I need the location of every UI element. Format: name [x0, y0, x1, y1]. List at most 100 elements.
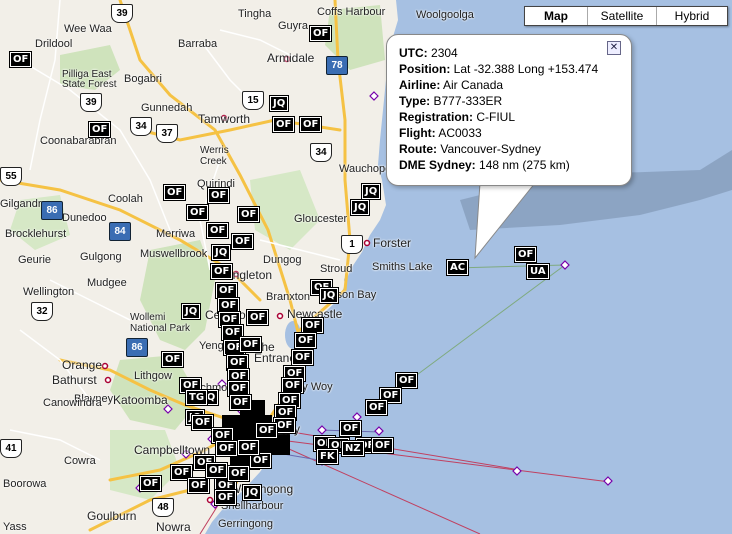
place-label: Brocklehurst [5, 228, 67, 240]
route-shield: 78 [326, 56, 348, 75]
flight-tag[interactable]: JQ [360, 183, 382, 200]
place-label: Yass [3, 521, 27, 533]
flight-tag[interactable]: OF [205, 222, 230, 239]
place-label: Lithgow [134, 370, 172, 382]
flight-tag[interactable]: OF [138, 475, 163, 492]
popup-row-registration: Registration: C-FIUL [399, 110, 516, 124]
place-label: Wellington [23, 286, 75, 298]
flight-tag[interactable]: OF [236, 206, 261, 223]
flight-tag[interactable]: OF [204, 462, 229, 479]
flight-tag[interactable]: OF [338, 420, 363, 437]
place-label: Merriwa [156, 228, 196, 240]
map-canvas[interactable]: Wee Waa Drildool Tingha Guyra Coffs Harb… [0, 0, 732, 534]
place-label: Nowra [156, 520, 191, 534]
place-label: Gulgong [80, 251, 122, 263]
route-shield: 15 [242, 91, 264, 110]
popup-row-dme: DME Sydney: 148 nm (275 km) [399, 158, 570, 172]
flight-tag[interactable]: JQ [241, 484, 263, 501]
flight-tag[interactable]: JQ [268, 95, 290, 112]
place-label: Forster [373, 236, 412, 250]
flight-tag[interactable]: OF [206, 187, 231, 204]
popup-row-airline: Airline: Air Canada [399, 78, 504, 92]
flight-tag[interactable]: JQ [210, 244, 232, 261]
flight-tag[interactable]: OF [254, 422, 279, 439]
flight-tag[interactable]: OF [228, 394, 253, 411]
place-label: Gunnedah [141, 102, 193, 114]
flight-tag[interactable]: OF [190, 414, 215, 431]
flight-tag[interactable]: OF [370, 437, 395, 454]
place-label: Bogabri [124, 73, 162, 85]
flight-tag[interactable]: OF [290, 349, 315, 366]
place-label: Woolgoolga [416, 9, 474, 21]
flight-tag[interactable]: NZ [341, 440, 365, 457]
flight-tag[interactable]: OF [160, 351, 185, 368]
map-type-hybrid-button[interactable]: Hybrid [656, 7, 727, 25]
flight-tag[interactable]: OF [225, 354, 250, 371]
popup-row-utc: UTC: 2304 [399, 46, 458, 60]
place-label: Coffs Harbour [317, 6, 386, 18]
flight-tag[interactable]: JQ [318, 287, 340, 304]
info-window: ✕ UTC: 2304 Position: Lat -32.388 Long +… [386, 34, 632, 186]
place-label: Bathurst [52, 373, 97, 387]
popup-row-route: Route: Vancouver-Sydney [399, 142, 541, 156]
place-label: Branxton [266, 291, 311, 303]
info-window-content: UTC: 2304 Position: Lat -32.388 Long +15… [399, 45, 598, 173]
flight-tag[interactable]: OF [238, 336, 263, 353]
route-shield: 39 [111, 4, 133, 23]
popup-row-type: Type: B777-333ER [399, 94, 503, 108]
flight-tag[interactable]: OF [216, 297, 241, 314]
flight-tag[interactable]: OF [271, 116, 296, 133]
flight-tag[interactable]: OF [293, 332, 318, 349]
close-icon[interactable]: ✕ [607, 41, 621, 55]
flight-tag[interactable]: OF [226, 380, 251, 397]
place-label: Canowindra [43, 397, 102, 409]
place-label: Orange [62, 358, 103, 372]
flight-tag[interactable]: OF [364, 399, 389, 416]
place-label: Wee Waa [64, 23, 112, 35]
place-label: Guyra [278, 20, 308, 32]
place-label: Goulburn [87, 509, 137, 523]
flight-tag[interactable]: OF [236, 439, 261, 456]
place-label: Smiths Lake [372, 261, 433, 273]
route-shield: 55 [0, 167, 22, 186]
flight-tag[interactable]: OF [8, 51, 33, 68]
place-label: Cowra [64, 455, 96, 467]
place-label: Mudgee [87, 277, 127, 289]
place-label: Stroud [320, 263, 353, 275]
place-label: Wauchope [339, 163, 392, 175]
route-shield: 37 [156, 124, 178, 143]
flight-tag[interactable]: JQ [349, 199, 371, 216]
flight-tag[interactable]: OF [162, 184, 187, 201]
flight-tag[interactable]: OF [214, 440, 239, 457]
flight-tag[interactable]: OF [87, 121, 112, 138]
flight-tag[interactable]: OF [308, 25, 333, 42]
route-shield: 1 [341, 235, 363, 254]
route-shield: 41 [0, 439, 22, 458]
flight-tag[interactable]: OF [300, 317, 325, 334]
place-label: Tamworth [198, 112, 251, 126]
flight-tag[interactable]: OF [209, 263, 234, 280]
place-label: Armidale [267, 51, 315, 65]
flight-tag[interactable]: TG [184, 389, 209, 406]
popup-row-position: Position: Lat -32.388 Long +153.474 [399, 62, 599, 76]
route-shield: 84 [109, 222, 131, 241]
flight-tag[interactable]: OF [213, 489, 238, 506]
flight-tag[interactable]: OF [248, 452, 273, 469]
place-label: Gerringong [218, 518, 274, 530]
place-label: Barraba [178, 38, 218, 50]
flight-tag[interactable]: OF [185, 204, 210, 221]
map-type-satellite-button[interactable]: Satellite [587, 7, 656, 25]
flight-tag[interactable]: OF [230, 233, 255, 250]
flight-tag[interactable]: OF [298, 116, 323, 133]
flight-tag[interactable]: JQ [180, 303, 202, 320]
flight-tag[interactable]: FK [316, 448, 339, 465]
map-type-map-button[interactable]: Map [525, 7, 587, 25]
place-label: Wollongong [230, 482, 294, 496]
flight-tag[interactable]: OF [280, 377, 305, 394]
route-shield: 32 [31, 302, 53, 321]
flight-tag[interactable]: OF [394, 372, 419, 389]
flight-tag[interactable]: OF [245, 309, 270, 326]
flight-tag[interactable]: OF [226, 465, 251, 482]
flight-tag[interactable]: OF [186, 477, 211, 494]
flight-tag[interactable]: OF [214, 282, 239, 299]
